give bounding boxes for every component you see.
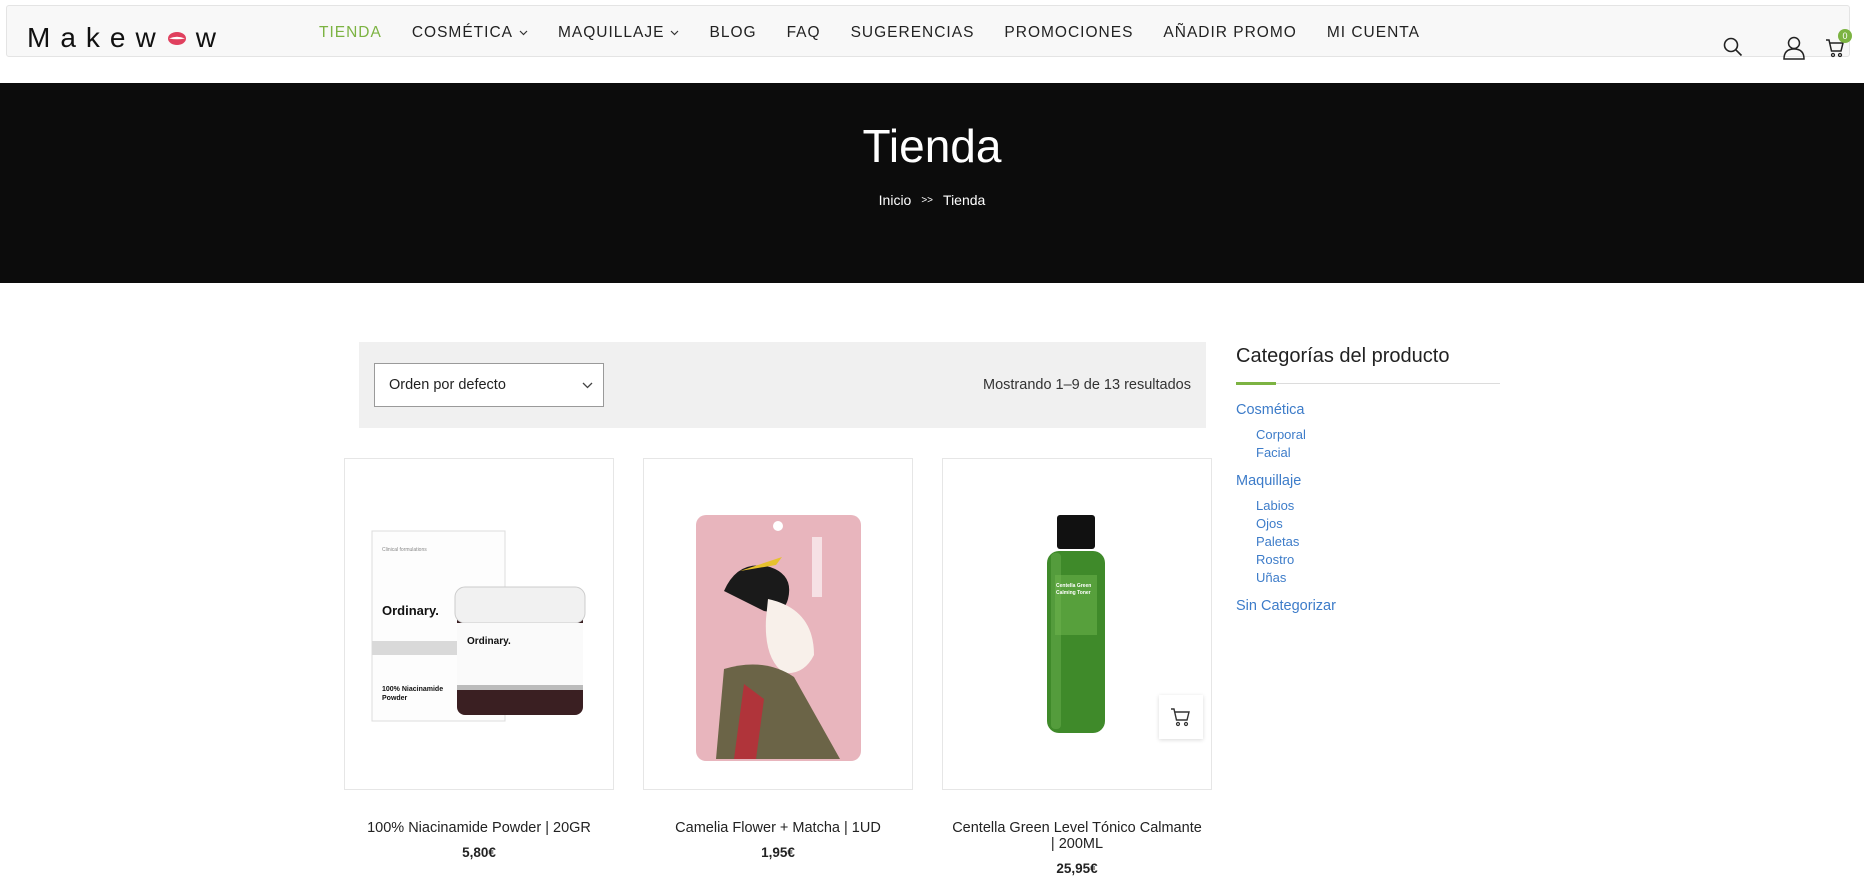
svg-text:Centella Green: Centella Green — [1056, 583, 1091, 589]
svg-text:Powder: Powder — [382, 695, 408, 702]
breadcrumb-current: Tienda — [943, 192, 986, 208]
subcategory-link[interactable]: Ojos — [1256, 516, 1283, 531]
svg-text:Ordinary.: Ordinary. — [467, 636, 511, 647]
page-title: Tienda — [862, 120, 1002, 172]
product-price: 5,80€ — [462, 845, 496, 860]
sort-selected-value: Orden por defecto — [389, 377, 506, 393]
cart-button[interactable]: 0 — [1825, 29, 1852, 63]
subcategory-link[interactable]: Corporal — [1256, 427, 1306, 442]
nav-item-label: MI CUENTA — [1326, 24, 1420, 41]
subcategory-link[interactable]: Rostro — [1256, 552, 1294, 567]
nav-item-label: PROMOCIONES — [1004, 24, 1134, 41]
page-hero: Tienda Inicio >> Tienda — [0, 83, 1864, 283]
site-logo[interactable]: Makew w — [27, 22, 226, 54]
cart-icon — [1171, 708, 1190, 727]
subcategory-link[interactable]: Facial — [1256, 445, 1291, 460]
toner-product-image: Centella Green Calming Toner — [1047, 515, 1105, 733]
nav-item-mi-cuenta[interactable]: MI CUENTA — [1327, 24, 1420, 42]
product-name[interactable]: Centella Green Level Tónico Calmante | 2… — [942, 820, 1212, 852]
category-link[interactable]: Sin Categorizar — [1236, 598, 1336, 614]
search-icon[interactable] — [1723, 37, 1743, 57]
user-icon[interactable] — [1783, 36, 1805, 60]
nav-item-promociones[interactable]: PROMOCIONES — [1004, 24, 1133, 42]
category-link[interactable]: Maquillaje — [1236, 473, 1301, 489]
subcategory-item: Uñas — [1256, 569, 1500, 587]
nav-item-label: TIENDA — [319, 24, 382, 41]
product-card[interactable]: Clinical formulations Ordinary. 100% Nia… — [344, 458, 614, 860]
product-card[interactable]: Centella Green Calming Toner Centella Gr… — [942, 458, 1212, 876]
nav-item-tienda[interactable]: TIENDA — [319, 24, 382, 42]
nav-item-cosmética[interactable]: COSMÉTICA — [412, 24, 528, 42]
cart-count-badge: 0 — [1838, 29, 1852, 43]
nav-item-label: COSMÉTICA — [411, 24, 513, 41]
sort-select[interactable]: Orden por defecto — [374, 363, 604, 407]
subcategory-link[interactable]: Uñas — [1256, 570, 1286, 585]
niacinamide-product-image: Clinical formulations Ordinary. 100% Nia… — [371, 530, 586, 722]
product-price: 1,95€ — [761, 845, 795, 860]
nav-item-label: FAQ — [786, 24, 821, 41]
subcategory-item: Corporal — [1256, 426, 1500, 444]
product-name[interactable]: Camelia Flower + Matcha | 1UD — [643, 820, 913, 836]
product-categories-widget: Categorías del producto Cosmética Corpora… — [1236, 345, 1500, 625]
svg-text:Clinical formulations: Clinical formulations — [382, 547, 427, 553]
subcategory-link[interactable]: Labios — [1256, 498, 1294, 513]
nav-item-label: SUGERENCIAS — [850, 24, 975, 41]
product-image[interactable]: Centella Green Calming Toner — [942, 458, 1212, 790]
product-name[interactable]: 100% Niacinamide Powder | 20GR — [344, 820, 614, 836]
nav-item-blog[interactable]: BLOG — [709, 24, 756, 42]
svg-text:100% Niacinamide: 100% Niacinamide — [382, 686, 443, 693]
subcategory-item: Rostro — [1256, 551, 1500, 569]
shop-toolbar: Orden por defecto Mostrando 1–9 de 13 re… — [359, 342, 1206, 428]
chevron-down-icon — [671, 30, 679, 35]
nav-item-añadir-promo[interactable]: AÑADIR PROMO — [1163, 24, 1296, 42]
svg-text:Ordinary.: Ordinary. — [382, 603, 439, 618]
widget-title: Categorías del producto — [1236, 345, 1450, 367]
subcategory-item: Paletas — [1256, 533, 1500, 551]
category-list: Cosmética Corporal Facial Maquillaje Labios O… — [1236, 401, 1500, 615]
lips-icon — [167, 31, 186, 45]
nav-item-sugerencias[interactable]: SUGERENCIAS — [851, 24, 975, 42]
category-item: Sin Categorizar — [1236, 597, 1500, 615]
face-mask-product-image — [696, 515, 861, 761]
nav-item-maquillaje[interactable]: MAQUILLAJE — [558, 24, 679, 42]
chevron-down-icon — [519, 30, 528, 35]
nav-item-label: AÑADIR PROMO — [1163, 24, 1297, 41]
chevron-down-icon — [582, 382, 593, 389]
widget-divider — [1236, 382, 1500, 385]
category-link[interactable]: Cosmética — [1236, 402, 1305, 418]
logo-text-left: Makew — [27, 22, 166, 53]
subcategory-list: Corporal Facial — [1256, 426, 1500, 462]
breadcrumb-separator: >> — [921, 194, 934, 206]
nav-item-label: MAQUILLAJE — [558, 24, 665, 41]
svg-text:Calming Toner: Calming Toner — [1056, 590, 1091, 596]
subcategory-link[interactable]: Paletas — [1256, 534, 1299, 549]
product-card[interactable]: Camelia Flower + Matcha | 1UD 1,95€ — [643, 458, 913, 860]
nav-item-faq[interactable]: FAQ — [787, 24, 821, 42]
subcategory-item: Facial — [1256, 444, 1500, 462]
product-image[interactable] — [643, 458, 913, 790]
breadcrumb: Inicio >> Tienda — [0, 192, 1864, 208]
product-image[interactable]: Clinical formulations Ordinary. 100% Nia… — [344, 458, 614, 790]
subcategory-item: Labios — [1256, 497, 1500, 515]
breadcrumb-home[interactable]: Inicio — [879, 192, 912, 208]
site-header: Makew w TIENDA COSMÉTICA MAQUILLAJE BLOG FAQ… — [6, 5, 1852, 60]
nav-item-label: BLOG — [709, 24, 757, 41]
subcategory-list: Labios Ojos Paletas Rostro Uñas — [1256, 497, 1500, 587]
subcategory-item: Ojos — [1256, 515, 1500, 533]
results-count: Mostrando 1–9 de 13 resultados — [983, 377, 1191, 393]
product-price: 25,95€ — [1056, 861, 1098, 876]
category-item: Maquillaje Labios Ojos Paletas Rostro Uñas — [1236, 472, 1500, 587]
main-nav: TIENDA COSMÉTICA MAQUILLAJE BLOG FAQ SUGERENC… — [319, 24, 1450, 42]
logo-text-right: w — [195, 22, 226, 53]
add-to-cart-button[interactable] — [1159, 695, 1203, 739]
category-item: Cosmética Corporal Facial — [1236, 401, 1500, 462]
